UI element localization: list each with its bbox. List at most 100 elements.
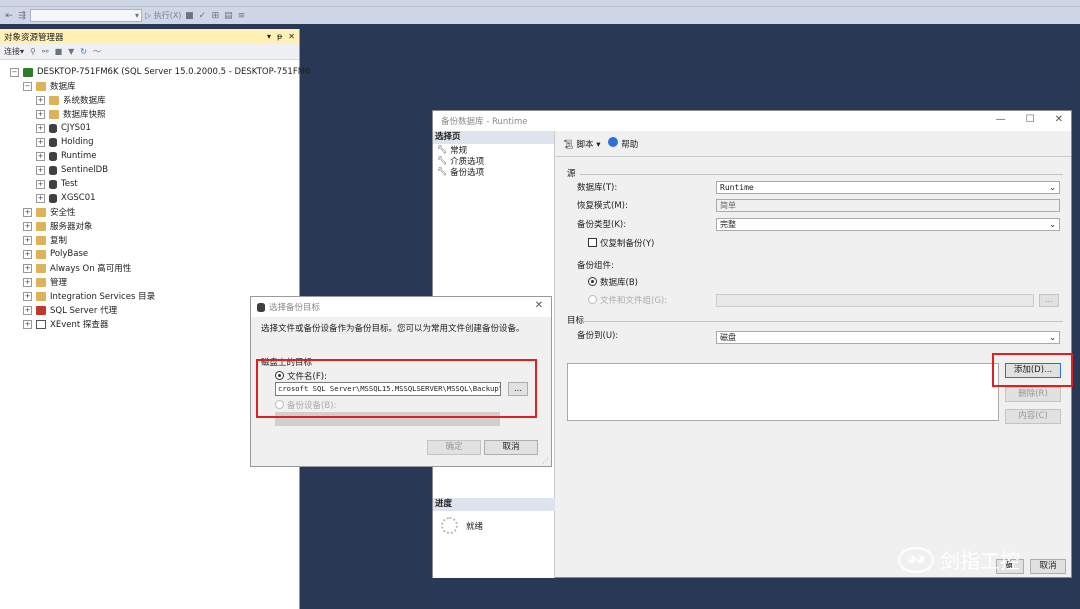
plan-icon[interactable]: ⊞ xyxy=(210,11,220,21)
expand-icon[interactable]: + xyxy=(36,151,45,161)
close-icon[interactable]: ✕ xyxy=(535,300,543,311)
expand-icon[interactable]: + xyxy=(23,263,32,273)
indent-icon[interactable]: ⇤ xyxy=(4,11,14,21)
resize-grip-icon[interactable]: ⋰ xyxy=(542,457,549,465)
folder-icon xyxy=(36,81,46,91)
folder-icon xyxy=(36,207,46,217)
tree-node-polybase[interactable]: + PolyBase xyxy=(0,247,299,261)
copy-only-checkbox[interactable] xyxy=(588,238,597,247)
dropdown-icon[interactable]: ▾ xyxy=(267,32,271,41)
check-icon[interactable]: ✓ xyxy=(197,11,207,21)
folder-icon xyxy=(36,221,46,231)
cancel-button[interactable]: 取消 xyxy=(1030,559,1066,574)
object-explorer-title: 对象资源管理器 xyxy=(4,32,64,43)
wrench-icon: 🔧︎ xyxy=(437,167,448,176)
tree-node-db[interactable]: + SentinelDB xyxy=(0,163,299,177)
pin-icon[interactable]: ᵽ xyxy=(277,32,282,41)
files-browse-button[interactable]: ... xyxy=(1039,294,1059,307)
filter-icon[interactable]: ⇶ xyxy=(17,11,27,21)
tree-node-db[interactable]: + Holding xyxy=(0,135,299,149)
tree-node-always-on[interactable]: + Always On 高可用性 xyxy=(0,261,299,275)
expand-icon[interactable]: + xyxy=(36,179,45,189)
backup-to-select[interactable]: 磁盘 ⌄ xyxy=(716,331,1060,344)
stop-icon[interactable]: ■ xyxy=(184,11,194,21)
close-icon[interactable]: ✕ xyxy=(288,32,295,41)
expand-icon[interactable]: + xyxy=(36,95,45,105)
tree-node-replication[interactable]: + 复制 xyxy=(0,233,299,247)
database-icon xyxy=(49,193,57,203)
folder-icon xyxy=(36,291,46,301)
remove-button[interactable]: 删除(R) xyxy=(1005,387,1061,402)
dialog-cancel-button[interactable]: 取消 xyxy=(484,440,538,455)
source-label: 源 xyxy=(567,169,576,179)
expand-icon[interactable]: + xyxy=(36,137,45,147)
help-button[interactable]: 帮助 xyxy=(608,137,638,150)
execute-button[interactable]: ▷ 执行(X) xyxy=(145,10,181,21)
expand-icon[interactable]: + xyxy=(36,123,45,133)
disconnect-icon[interactable]: ⚯ xyxy=(42,47,49,56)
minimize-icon[interactable]: — xyxy=(996,114,1006,125)
expand-icon[interactable]: + xyxy=(23,235,32,245)
expand-icon[interactable]: + xyxy=(23,207,32,217)
expand-icon[interactable]: + xyxy=(23,319,32,329)
refresh-icon[interactable]: ↻ xyxy=(80,47,87,56)
wrench-icon: 🔧︎ xyxy=(437,156,448,165)
connect-icon[interactable]: ⚲ xyxy=(30,47,36,56)
script-button[interactable]: 📜︎ 脚本 ▾ xyxy=(563,138,600,150)
collapse-icon[interactable]: − xyxy=(23,81,32,91)
progress-status: 就绪 xyxy=(433,511,555,534)
tree-node-db[interactable]: + 数据库快照 xyxy=(0,107,299,121)
page-general[interactable]: 🔧︎ 常规 xyxy=(433,144,554,156)
expand-icon[interactable]: + xyxy=(36,193,45,203)
chevron-down-icon: ⌄ xyxy=(1049,183,1056,192)
expand-icon[interactable]: + xyxy=(23,249,32,259)
results-icon[interactable]: ▤ xyxy=(223,11,233,21)
agent-icon xyxy=(36,305,46,315)
tree-node-db[interactable]: + CJYS01 xyxy=(0,121,299,135)
chevron-down-icon: ⌄ xyxy=(1049,333,1056,342)
tree-node-server[interactable]: − DESKTOP-751FM6K (SQL Server 15.0.2000.… xyxy=(0,65,310,79)
connect-button[interactable]: 连接▾ xyxy=(4,46,24,57)
folder-icon xyxy=(36,277,46,287)
contents-button[interactable]: 内容(C) xyxy=(1005,409,1061,424)
destination-list[interactable] xyxy=(567,363,999,421)
collapse-icon[interactable]: − xyxy=(10,67,19,77)
page-backup-options[interactable]: 🔧︎ 备份选项 xyxy=(433,166,554,178)
backup-type-label: 备份类型(K): xyxy=(577,220,627,230)
tree-node-security[interactable]: + 安全性 xyxy=(0,205,299,219)
activity-icon[interactable]: 〜 xyxy=(93,46,101,57)
database-combo[interactable]: ▾ xyxy=(30,9,142,22)
maximize-icon[interactable]: ☐ xyxy=(1026,114,1035,125)
stop-icon[interactable]: ■ xyxy=(55,47,63,56)
filter-icon[interactable]: ▼ xyxy=(68,47,74,56)
text-icon[interactable]: ≡ xyxy=(236,11,246,21)
tree-node-db[interactable]: + XGSC01 xyxy=(0,191,299,205)
main-toolbar xyxy=(0,0,1080,7)
component-database-radio[interactable] xyxy=(588,277,597,286)
expand-icon[interactable]: + xyxy=(23,291,32,301)
window-title: 备份数据库 - Runtime xyxy=(441,117,528,127)
tree-node-databases[interactable]: − 数据库 xyxy=(0,79,299,93)
database-icon xyxy=(49,179,57,189)
toolbar-divider xyxy=(556,156,1071,157)
close-icon[interactable]: ✕ xyxy=(1055,114,1063,125)
expand-icon[interactable]: + xyxy=(23,305,32,315)
copy-only-label: 仅复制备份(Y) xyxy=(600,239,655,249)
expand-icon[interactable]: + xyxy=(23,221,32,231)
expand-icon[interactable]: + xyxy=(36,165,45,175)
database-select[interactable]: Runtime ⌄ xyxy=(716,181,1060,194)
tree-node-db[interactable]: + 系统数据库 xyxy=(0,93,299,107)
tree-node-server-objects[interactable]: + 服务器对象 xyxy=(0,219,299,233)
backup-type-select[interactable]: 完整 ⌄ xyxy=(716,218,1060,231)
page-media-options[interactable]: 🔧︎ 介质选项 xyxy=(433,155,554,167)
tree-node-db[interactable]: + Test xyxy=(0,177,299,191)
dialog-ok-button[interactable]: 确定 xyxy=(427,440,481,455)
expand-icon[interactable]: + xyxy=(36,109,45,119)
tree-node-management[interactable]: + 管理 xyxy=(0,275,299,289)
folder-icon xyxy=(49,109,59,119)
component-files-radio[interactable] xyxy=(588,295,597,304)
tree-node-db[interactable]: + Runtime xyxy=(0,149,299,163)
expand-icon[interactable]: + xyxy=(23,277,32,287)
watermark-text: 剑指工控 xyxy=(940,549,1020,573)
component-files-label: 文件和文件组(G): xyxy=(600,296,668,306)
